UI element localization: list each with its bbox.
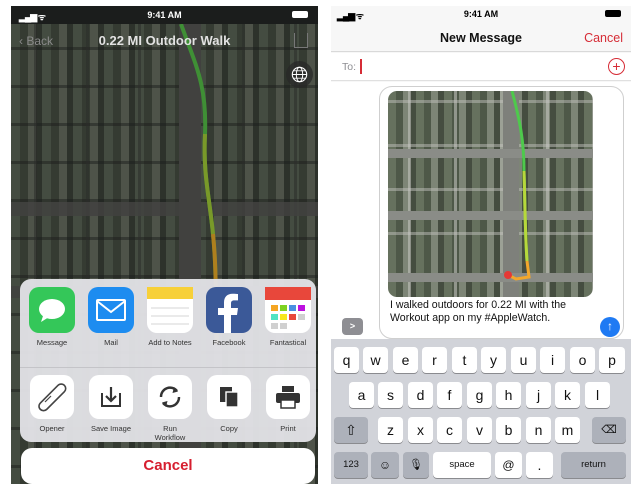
run-workflow-icon [148, 375, 192, 419]
cancel-button[interactable]: Cancel [584, 31, 623, 45]
fantastical-icon [265, 287, 311, 333]
key[interactable]: h [496, 382, 521, 408]
status-bar: ▂▄▆ ᯤ 9:41 AM [11, 6, 318, 24]
notes-icon [147, 287, 193, 333]
share-action-label: Run Workflow [154, 424, 186, 442]
add-contact-icon[interactable]: + [608, 58, 625, 75]
space-key[interactable]: space [433, 452, 491, 478]
send-button[interactable]: ↑ [600, 317, 620, 337]
recipient-field[interactable]: To: + [331, 53, 631, 81]
key[interactable]: e [393, 347, 418, 373]
facebook-icon [206, 287, 252, 333]
key[interactable]: x [408, 417, 433, 443]
save-image-icon [89, 375, 133, 419]
print-icon [266, 375, 310, 419]
share-action-label: Copy [220, 424, 238, 433]
status-time: 9:41 AM [463, 9, 499, 19]
key[interactable]: w [363, 347, 388, 373]
key[interactable]: l [585, 382, 610, 408]
key[interactable]: t [452, 347, 477, 373]
key[interactable]: b [496, 417, 521, 443]
numbers-key[interactable]: 123 [334, 452, 368, 478]
key[interactable]: m [555, 417, 580, 443]
share-actions-row: Opener Save Image Run Workflow Copy Prin… [20, 367, 316, 442]
battery-icon [292, 11, 308, 18]
key[interactable]: n [526, 417, 551, 443]
share-app-notes[interactable]: Add to Notes [140, 287, 200, 347]
key[interactable]: r [422, 347, 447, 373]
share-app-label: Fantastical [269, 338, 307, 347]
dictation-key-icon[interactable]: 🎙 [403, 452, 429, 478]
key[interactable]: u [511, 347, 536, 373]
status-bar: ▂▄▆ ᯤ 9:41 AM [331, 6, 631, 22]
share-action-label: Opener [39, 424, 65, 433]
key[interactable]: z [378, 417, 403, 443]
share-action-label: Save Image [90, 424, 132, 433]
key[interactable]: f [437, 382, 462, 408]
key[interactable]: i [540, 347, 565, 373]
message-bubble[interactable]: I walked outdoors for 0.22 MI with the W… [379, 86, 624, 339]
copy-icon [207, 375, 251, 419]
to-label: To: [342, 61, 357, 73]
mail-icon [88, 287, 134, 333]
nav-bar: ‹ Back 0.22 MI Outdoor Walk [11, 24, 318, 60]
share-action-print[interactable]: Print [258, 375, 316, 433]
share-app-label: Message [36, 338, 68, 347]
expand-apps-icon[interactable]: > [342, 318, 363, 335]
key[interactable]: s [378, 382, 403, 408]
status-time: 9:41 AM [147, 10, 182, 20]
message-text[interactable]: I walked outdoors for 0.22 MI with the W… [390, 299, 600, 324]
share-app-fantastical[interactable]: Fantastical [258, 287, 316, 347]
key[interactable]: v [467, 417, 492, 443]
route-map-attachment[interactable] [388, 91, 593, 297]
route-line [504, 91, 531, 281]
key[interactable]: o [570, 347, 595, 373]
screenshot-stage: ▂▄▆ ᯤ 9:41 AM ‹ Back 0.22 MI Outdoor Wal… [0, 0, 631, 485]
new-message-screen: ▂▄▆ ᯤ 9:41 AM New Message Cancel To: + I… [331, 6, 631, 484]
messages-icon [29, 287, 75, 333]
key[interactable]: g [467, 382, 492, 408]
nav-bar: New Message Cancel [331, 22, 631, 52]
text-cursor [360, 59, 362, 74]
share-action-label: Print [280, 424, 296, 433]
share-app-label: Facebook [212, 338, 246, 347]
share-sheet: Message Mail Add to Notes Facebook Fanta… [20, 279, 316, 442]
key[interactable]: y [481, 347, 506, 373]
at-key[interactable]: @ [495, 452, 522, 478]
share-action-opener[interactable]: Opener [22, 375, 82, 433]
key[interactable]: k [555, 382, 580, 408]
globe-icon[interactable] [286, 61, 313, 88]
share-app-label: Add to Notes [148, 338, 192, 347]
share-action-copy[interactable]: Copy [199, 375, 259, 433]
return-key[interactable]: return [561, 452, 626, 478]
opener-icon [30, 375, 74, 419]
share-icon[interactable] [294, 33, 308, 48]
share-app-facebook[interactable]: Facebook [199, 287, 259, 347]
key[interactable]: d [408, 382, 433, 408]
keyboard: q w e r t y u i o p a s d f g h j k l ⇧ … [331, 339, 631, 484]
workout-share-screen: ▂▄▆ ᯤ 9:41 AM ‹ Back 0.22 MI Outdoor Wal… [11, 6, 318, 484]
key[interactable]: j [526, 382, 551, 408]
share-action-save-image[interactable]: Save Image [81, 375, 141, 433]
emoji-key-icon[interactable]: ☺ [371, 452, 399, 478]
share-action-run-workflow[interactable]: Run Workflow [140, 375, 200, 442]
battery-icon [605, 10, 621, 17]
share-app-mail[interactable]: Mail [81, 287, 141, 347]
share-apps-row: Message Mail Add to Notes Facebook Fanta… [20, 287, 316, 361]
dot-key[interactable]: . [526, 452, 553, 478]
key[interactable]: p [599, 347, 625, 373]
share-app-label: Mail [104, 338, 118, 347]
cancel-button[interactable]: Cancel [21, 448, 315, 484]
key[interactable]: a [349, 382, 374, 408]
shift-key[interactable]: ⇧ [334, 417, 368, 443]
page-title: 0.22 MI Outdoor Walk [98, 33, 231, 48]
delete-key-icon[interactable]: ⌫ [592, 417, 626, 443]
key[interactable]: c [437, 417, 462, 443]
share-app-message[interactable]: Message [22, 287, 82, 347]
message-compose-area[interactable]: I walked outdoors for 0.22 MI with the W… [331, 82, 631, 339]
key[interactable]: q [334, 347, 359, 373]
